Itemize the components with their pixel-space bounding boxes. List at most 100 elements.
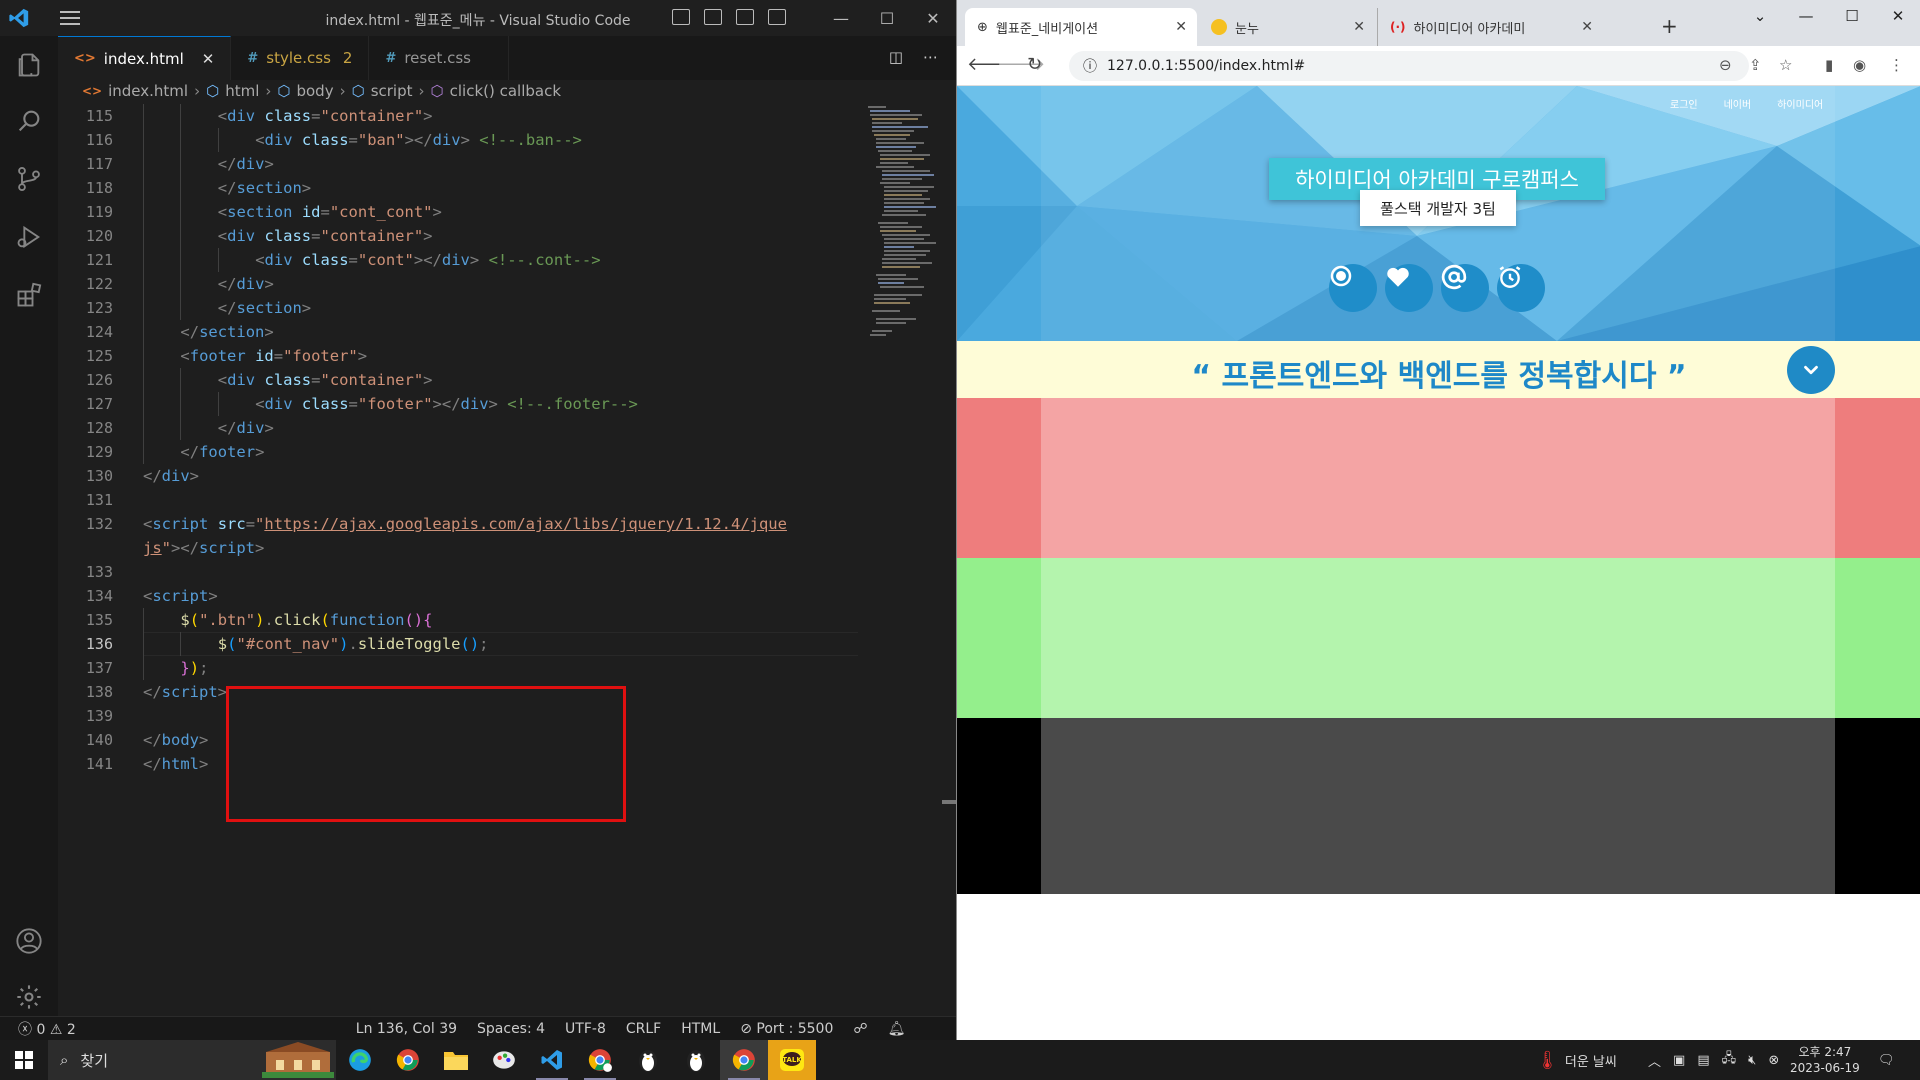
bookmark-star-icon[interactable]: ☆ xyxy=(1779,56,1792,74)
penguin-app-icon-2[interactable] xyxy=(672,1040,720,1080)
maximize-button[interactable]: ☐ xyxy=(1829,0,1875,32)
vscode-app-icon[interactable] xyxy=(528,1040,576,1080)
code-token: > xyxy=(357,347,368,365)
penguin-app-icon[interactable] xyxy=(624,1040,672,1080)
profile-avatar-icon[interactable]: ◉ xyxy=(1853,56,1866,74)
explorer-icon[interactable] xyxy=(14,50,44,80)
heart-icon[interactable] xyxy=(1385,264,1433,312)
settings-gear-icon[interactable] xyxy=(14,982,44,1012)
tab-reset-css[interactable]: # reset.css xyxy=(369,36,510,80)
tab-search-icon[interactable]: ⌄ xyxy=(1737,0,1783,32)
close-tab-icon[interactable]: ✕ xyxy=(1353,19,1365,35)
minimize-button[interactable]: — xyxy=(818,0,864,36)
chrome-active-app-icon[interactable] xyxy=(720,1040,768,1080)
code-editor[interactable]: 115 116 117 118 119 120 121 122 123 124 125 126 127 1… xyxy=(58,104,858,1014)
code-line: }); xyxy=(180,656,208,680)
volume-muted-icon[interactable]: 🔇︎ xyxy=(1748,1053,1756,1068)
edge-app-icon[interactable] xyxy=(336,1040,384,1080)
tab-index-html[interactable]: <> index.html ✕ xyxy=(58,36,232,80)
network-icon[interactable]: 🖧︎ xyxy=(1722,1049,1737,1071)
breadcrumb-item[interactable]: html xyxy=(225,82,259,100)
code-line: </html> xyxy=(143,752,208,776)
customize-layout-icon[interactable] xyxy=(768,9,786,25)
new-tab-button[interactable]: + xyxy=(1661,14,1678,38)
maximize-button[interactable]: ☐ xyxy=(864,0,910,36)
windows-start-icon[interactable] xyxy=(0,1040,48,1080)
live-server-port[interactable]: ⊘ Port : 5500 xyxy=(740,1021,833,1037)
toggle-panel-icon[interactable] xyxy=(704,9,722,25)
close-tab-icon[interactable]: ✕ xyxy=(202,50,215,68)
kakaotalk-app-icon[interactable]: TALK xyxy=(768,1040,816,1080)
tab-style-css[interactable]: # style.css 2 xyxy=(231,36,370,80)
browser-tab[interactable]: (·) 하이미디어 아카데미 ✕ xyxy=(1377,8,1603,46)
device-icon[interactable]: ▣ xyxy=(1673,1053,1685,1068)
clock[interactable]: 오후 2:47 2023-06-19 xyxy=(1790,1040,1860,1080)
code-token: <!--.cont--> xyxy=(488,251,601,269)
code-token: = xyxy=(348,251,358,269)
breadcrumb-item[interactable]: click() callback xyxy=(450,82,561,100)
toggle-sidebar-icon[interactable] xyxy=(672,9,690,25)
display-icon[interactable]: ▤ xyxy=(1697,1053,1709,1068)
search-icon[interactable] xyxy=(14,106,44,136)
vertical-scrollbar[interactable] xyxy=(942,800,956,804)
search-highlight-image xyxy=(262,1042,334,1078)
split-editor-icon[interactable]: ◫ xyxy=(889,48,903,66)
chrome-profile-app-icon[interactable] xyxy=(576,1040,624,1080)
file-explorer-icon[interactable] xyxy=(432,1040,480,1080)
encoding[interactable]: UTF-8 xyxy=(565,1021,606,1037)
window-title: index.html - 웹표준_메뉴 - Visual Studio Code xyxy=(325,13,631,29)
extensions-icon[interactable] xyxy=(14,280,44,310)
toggle-nav-button[interactable] xyxy=(1787,346,1835,394)
paint-app-icon[interactable] xyxy=(480,1040,528,1080)
indentation[interactable]: Spaces: 4 xyxy=(477,1021,545,1037)
port-label: Port : 5500 xyxy=(756,1020,834,1037)
close-tab-icon[interactable]: ✕ xyxy=(1581,19,1593,35)
code-line: <div class="container"> xyxy=(218,224,433,248)
menu-icon[interactable] xyxy=(60,11,80,25)
problems-indicator[interactable]: ⓧ 0 ⚠ 2 xyxy=(18,1019,76,1039)
source-control-icon[interactable] xyxy=(14,164,44,194)
run-debug-icon[interactable] xyxy=(14,222,44,252)
close-button[interactable]: ✕ xyxy=(1875,0,1920,32)
chrome-menu-icon[interactable]: ⋮ xyxy=(1889,56,1904,74)
notification-center-icon[interactable]: 🗨︎ xyxy=(1878,1040,1895,1080)
breadcrumb-item[interactable]: script xyxy=(371,82,413,100)
notifications-bell-icon[interactable]: 🔔︎ xyxy=(888,1021,906,1037)
code-token: </ xyxy=(143,467,162,485)
more-actions-icon[interactable]: ⋯ xyxy=(923,48,938,66)
toggle-secondary-sidebar-icon[interactable] xyxy=(736,9,754,25)
share-icon[interactable]: ⇪ xyxy=(1749,56,1762,74)
record-icon[interactable] xyxy=(1329,264,1377,312)
close-circle-icon[interactable]: ⊗ xyxy=(1768,1053,1779,1068)
browser-tab[interactable]: 눈누 ✕ xyxy=(1199,8,1375,46)
taskbar-search-box[interactable]: ⌕ 찾기 xyxy=(48,1040,336,1080)
breadcrumb-item[interactable]: index.html xyxy=(108,82,188,100)
alarm-clock-icon[interactable] xyxy=(1497,264,1545,312)
language-mode[interactable]: HTML xyxy=(681,1021,720,1037)
side-panel-icon[interactable]: ▮ xyxy=(1825,56,1833,74)
close-button[interactable]: ✕ xyxy=(910,0,956,36)
minimap[interactable] xyxy=(862,104,942,424)
weather-widget[interactable]: 🌡︎ 더운 날씨 xyxy=(1536,1040,1617,1080)
activity-bar xyxy=(0,36,58,1016)
chevron-up-icon[interactable]: ︿ xyxy=(1648,1051,1661,1070)
close-tab-icon[interactable]: ✕ xyxy=(1175,19,1187,35)
minimize-button[interactable]: — xyxy=(1783,0,1829,32)
zoom-icon[interactable]: ⊖ xyxy=(1719,56,1732,74)
accounts-icon[interactable] xyxy=(14,926,44,956)
slogan-text: “ 프론트엔드와 백엔드를 정복합시다 ” xyxy=(1191,359,1687,394)
end-of-line[interactable]: CRLF xyxy=(626,1021,661,1037)
nav-link-himedia[interactable]: 하이미디어 xyxy=(1777,96,1823,111)
breadcrumb-item[interactable]: body xyxy=(296,82,333,100)
reload-icon[interactable]: ↻ xyxy=(1027,54,1042,75)
cursor-position[interactable]: Ln 136, Col 39 xyxy=(356,1021,457,1037)
nav-link-naver[interactable]: 네이버 xyxy=(1724,96,1752,111)
nav-link-login[interactable]: 로그인 xyxy=(1670,96,1698,111)
line-number: 138 xyxy=(85,683,113,701)
chrome-app-icon[interactable] xyxy=(384,1040,432,1080)
line-number: 128 xyxy=(85,419,113,437)
address-bar[interactable]: ⓘ 127.0.0.1:5500/index.html# xyxy=(1069,51,1749,81)
at-sign-icon[interactable] xyxy=(1441,264,1489,312)
feedback-icon[interactable]: ☍ xyxy=(853,1021,867,1037)
browser-tab-active[interactable]: ⊕ 웹표준_네비게이션 ✕ xyxy=(965,8,1197,46)
